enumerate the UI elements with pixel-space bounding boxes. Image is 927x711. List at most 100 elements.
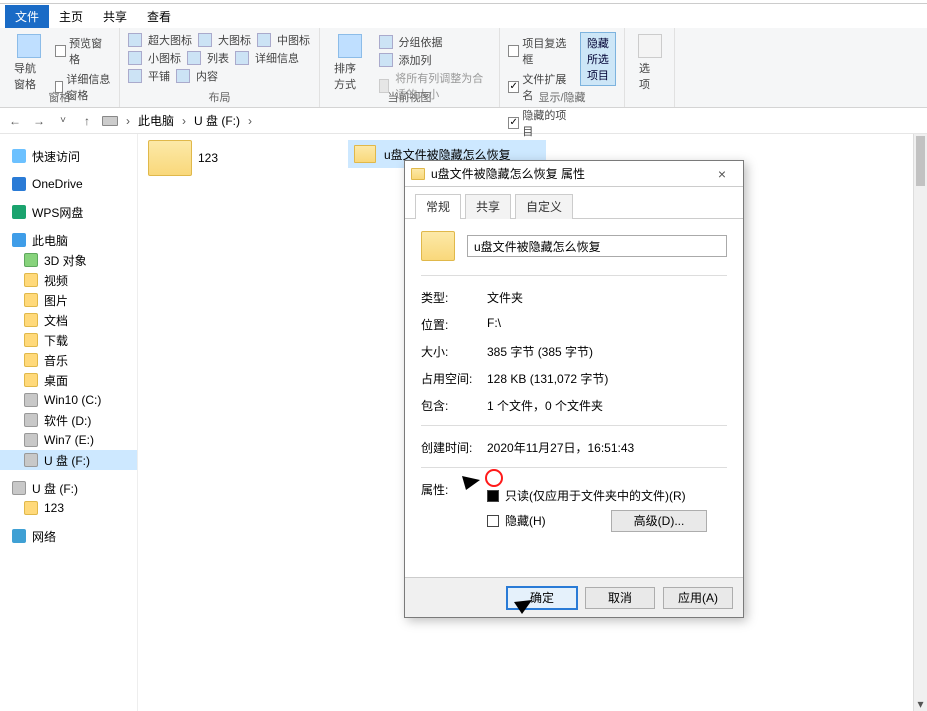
sidebar-label: 图片 <box>44 292 68 309</box>
layout-tiles[interactable]: 平铺 <box>148 68 170 84</box>
item-checkbox-option[interactable]: 项目复选框 <box>508 34 574 68</box>
recent-dropdown[interactable]: ˅ <box>54 112 72 130</box>
advanced-button[interactable]: 高级(D)... <box>611 510 707 532</box>
ribbon-tab-view[interactable]: 查看 <box>137 5 181 28</box>
tab-general[interactable]: 常规 <box>415 194 461 219</box>
layout-s-icons[interactable]: 小图标 <box>148 50 181 66</box>
sidebar-label: 下载 <box>44 332 68 349</box>
hide-selected-button[interactable]: 隐藏 所选项目 <box>580 32 616 86</box>
sidebar-drive-c[interactable]: Win10 (C:) <box>0 390 137 410</box>
drive-c-icon <box>24 393 38 407</box>
ribbon-tab-share[interactable]: 共享 <box>93 5 137 28</box>
sidebar-label: 此电脑 <box>32 232 68 249</box>
options-icon <box>638 34 662 58</box>
sidebar-videos[interactable]: 视频 <box>0 270 137 290</box>
layout-content[interactable]: 内容 <box>196 68 218 84</box>
sidebar-label: Win7 (E:) <box>44 433 94 447</box>
cloud-icon <box>12 177 26 191</box>
hidden-checkbox[interactable] <box>487 515 499 527</box>
group-label-showhide: 显示/隐藏 <box>500 89 624 105</box>
file-item-123[interactable]: 123 <box>148 140 218 176</box>
layout-xl-icons[interactable]: 超大图标 <box>148 32 192 48</box>
sidebar-network[interactable]: 网络 <box>0 526 137 546</box>
pic-icon <box>24 293 38 307</box>
label-attributes: 属性: <box>421 481 487 498</box>
hide-selected-l1: 隐藏 <box>587 35 609 51</box>
xl-icons-icon <box>128 33 142 47</box>
groupby-icon <box>379 35 393 49</box>
cancel-button[interactable]: 取消 <box>585 587 655 609</box>
layout-m-icons[interactable]: 中图标 <box>277 32 310 48</box>
sidebar-folder-123[interactable]: 123 <box>0 498 137 518</box>
label-size: 大小: <box>421 343 487 360</box>
sidebar-music[interactable]: 音乐 <box>0 350 137 370</box>
sidebar-label: 音乐 <box>44 352 68 369</box>
list-icon <box>187 51 201 65</box>
sidebar-3d-objects[interactable]: 3D 对象 <box>0 250 137 270</box>
label-location: 位置: <box>421 316 487 333</box>
ok-button[interactable]: 确定 <box>507 587 577 609</box>
star-icon <box>12 149 26 163</box>
content-icon <box>176 69 190 83</box>
sidebar-label: U 盘 (F:) <box>32 480 78 497</box>
sidebar-documents[interactable]: 文档 <box>0 310 137 330</box>
groupby-button[interactable]: 分组依据 <box>379 34 491 50</box>
tab-share[interactable]: 共享 <box>465 194 511 219</box>
sidebar-label: OneDrive <box>32 177 83 191</box>
scroll-down-icon[interactable]: ▾ <box>914 697 927 711</box>
sidebar-pictures[interactable]: 图片 <box>0 290 137 310</box>
sidebar-label: 网络 <box>32 528 56 545</box>
ribbon-tab-home[interactable]: 主页 <box>49 5 93 28</box>
groupby-label: 分组依据 <box>399 34 443 50</box>
sidebar-label: 3D 对象 <box>44 252 87 269</box>
sidebar-this-pc[interactable]: 此电脑 <box>0 230 137 250</box>
tab-custom[interactable]: 自定义 <box>515 194 573 219</box>
sidebar-drive-e[interactable]: Win7 (E:) <box>0 430 137 450</box>
sidebar-drive-f-selected[interactable]: U 盘 (F:) <box>0 450 137 470</box>
sidebar-onedrive[interactable]: OneDrive <box>0 174 137 194</box>
layout-l-icons[interactable]: 大图标 <box>218 32 251 48</box>
ribbon-tab-file[interactable]: 文件 <box>5 5 49 28</box>
close-button[interactable]: × <box>707 166 737 182</box>
dialog-titlebar[interactable]: u盘文件被隐藏怎么恢复 属性 × <box>405 161 743 187</box>
sidebar-desktop[interactable]: 桌面 <box>0 370 137 390</box>
nav-pane-label: 导航窗格 <box>14 60 45 92</box>
dialog-tabs: 常规 共享 自定义 <box>405 187 743 219</box>
obj3d-icon <box>24 253 38 267</box>
vertical-scrollbar[interactable]: ▴ ▾ <box>913 134 927 711</box>
sidebar-drive-d[interactable]: 软件 (D:) <box>0 410 137 430</box>
sort-label: 排序方式 <box>334 60 367 92</box>
drive-icon <box>102 116 118 126</box>
breadcrumb-drive[interactable]: U 盘 (F:) <box>194 112 240 129</box>
layout-details[interactable]: 详细信息 <box>255 50 299 66</box>
sidebar-wps[interactable]: WPS网盘 <box>0 202 137 222</box>
back-button[interactable]: ← <box>6 112 24 130</box>
file-name: 123 <box>198 151 218 165</box>
preview-pane-label: 预览窗格 <box>69 35 111 67</box>
sidebar-label: 文档 <box>44 312 68 329</box>
network-icon <box>12 529 26 543</box>
ribbon-group-currentview: 排序方式 分组依据 添加列 将所有列调整为合适的大小 当前视图 <box>320 28 500 107</box>
sidebar-quick-access[interactable]: 快速访问 <box>0 146 137 166</box>
up-button[interactable]: ↑ <box>78 112 96 130</box>
addcol-button[interactable]: 添加列 <box>379 52 491 68</box>
label-created: 创建时间: <box>421 439 487 456</box>
sidebar-downloads[interactable]: 下载 <box>0 330 137 350</box>
options-button[interactable]: 选项 <box>633 32 666 94</box>
label-contains: 包含: <box>421 397 487 414</box>
forward-button[interactable]: → <box>30 112 48 130</box>
pc-icon <box>12 233 26 247</box>
label-type: 类型: <box>421 289 487 306</box>
dialog-button-row: 确定 取消 应用(A) <box>405 577 743 617</box>
folder-name-input[interactable] <box>467 235 727 257</box>
dialog-body: 类型:文件夹 位置:F:\ 大小:385 字节 (385 字节) 占用空间:12… <box>405 219 743 545</box>
wps-icon <box>12 205 26 219</box>
breadcrumb-pc[interactable]: 此电脑 <box>138 112 174 129</box>
sidebar-drive-f[interactable]: U 盘 (F:) <box>0 478 137 498</box>
apply-button[interactable]: 应用(A) <box>663 587 733 609</box>
preview-pane-checkbox[interactable]: 预览窗格 <box>55 34 111 68</box>
dialog-title: u盘文件被隐藏怎么恢复 属性 <box>431 165 585 182</box>
scroll-thumb[interactable] <box>916 136 925 186</box>
layout-list[interactable]: 列表 <box>207 50 229 66</box>
value-size: 385 字节 (385 字节) <box>487 343 727 360</box>
